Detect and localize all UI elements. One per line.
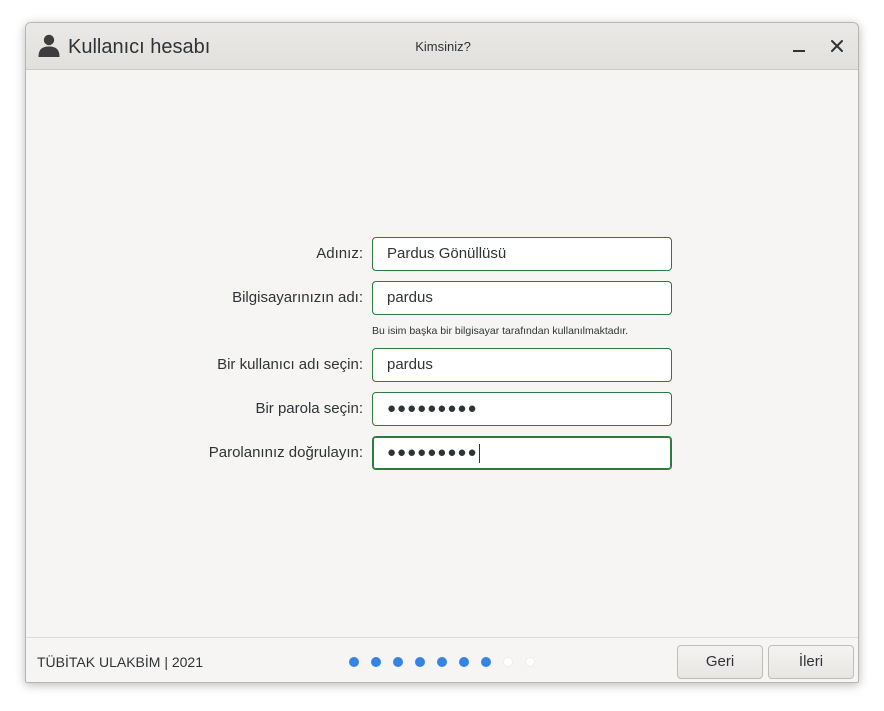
progress-dot [459,657,469,667]
progress-dot [503,657,513,667]
confirm-password-input[interactable]: ●●●●●●●●● [372,436,672,470]
computer-name-row: Bilgisayarınızın adı: pardus [26,281,858,315]
username-input[interactable]: pardus [372,348,672,382]
progress-dot [393,657,403,667]
computer-name-input[interactable]: pardus [372,281,672,315]
progress-dot [371,657,381,667]
password-row: Bir parola seçin: ●●●●●●●●● [26,392,858,426]
titlebar: Kullanıcı hesabı Kimsiniz? [26,23,858,70]
installer-window: Kullanıcı hesabı Kimsiniz? Adınız: Pardu… [25,22,859,683]
progress-dot [481,657,491,667]
computer-name-label: Bilgisayarınızın adı: [232,289,363,306]
minimize-icon[interactable] [788,35,810,57]
back-button[interactable]: Geri [677,645,763,679]
next-button[interactable]: İleri [768,645,854,679]
footer: TÜBİTAK ULAKBİM | 2021 Geri İleri [26,637,858,682]
username-row: Bir kullanıcı adı seçin: pardus [26,348,858,382]
confirm-password-label: Parolanınız doğrulayın: [208,444,363,461]
name-input[interactable]: Pardus Gönüllüsü [372,237,672,271]
text-cursor [478,443,480,463]
window-subtitle: Kimsiniz? [415,39,471,54]
password-input[interactable]: ●●●●●●●●● [372,392,672,426]
copyright-text: TÜBİTAK ULAKBİM | 2021 [37,654,203,670]
confirm-password-value: ●●●●●●●●● [387,444,478,461]
progress-dot [525,657,535,667]
close-icon[interactable] [826,35,848,57]
computer-name-hint: Bu isim başka bir bilgisayar tarafından … [372,325,629,337]
progress-dot [437,657,447,667]
name-label: Adınız: [316,245,363,262]
progress-dot [415,657,425,667]
username-label: Bir kullanıcı adı seçin: [217,356,363,373]
progress-dot [349,657,359,667]
password-label: Bir parola seçin: [255,400,363,417]
confirm-password-row: Parolanınız doğrulayın: ●●●●●●●●● [26,436,858,470]
name-row: Adınız: Pardus Gönüllüsü [26,237,858,271]
